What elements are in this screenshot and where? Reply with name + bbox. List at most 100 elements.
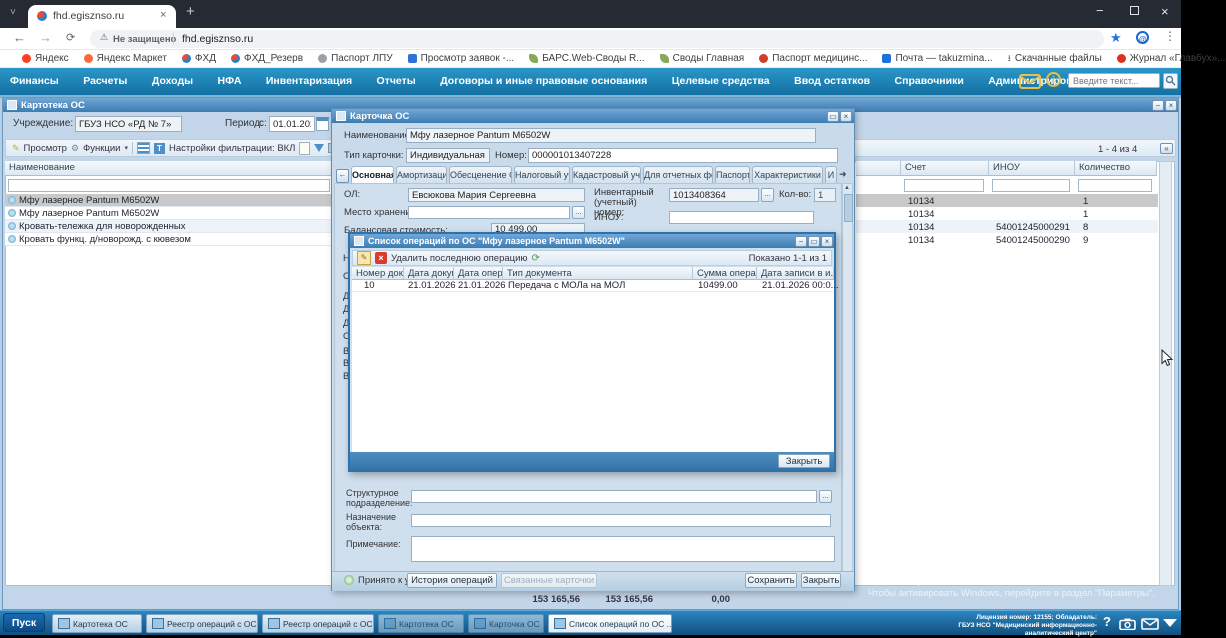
nav-item-spravochniki[interactable]: Справочники bbox=[885, 68, 974, 95]
note-field[interactable] bbox=[411, 536, 835, 562]
grid-scrollbar[interactable] bbox=[1159, 161, 1172, 586]
ops-col-number[interactable]: Номер доку... bbox=[352, 267, 404, 280]
back-icon[interactable]: ← bbox=[13, 30, 26, 45]
ops-col-docdate[interactable]: Дата докум... bbox=[404, 267, 454, 280]
mail-icon[interactable] bbox=[1018, 72, 1042, 95]
asset-row[interactable]: Мфу лазерное Pantum M6502W bbox=[5, 207, 333, 220]
card-scrollbar[interactable]: ▲ ▼ bbox=[842, 183, 853, 579]
struct-lookup-button[interactable]: … bbox=[819, 490, 832, 503]
bookmark-item[interactable]: Своды Главная bbox=[659, 53, 744, 64]
ol-field[interactable] bbox=[408, 188, 585, 202]
delete-operation-icon[interactable]: × bbox=[375, 252, 387, 264]
storage-lookup-button[interactable]: … bbox=[572, 206, 585, 219]
delete-operation-label[interactable]: Удалить последнюю операцию bbox=[391, 253, 528, 264]
doc-icon[interactable] bbox=[299, 141, 311, 155]
bookmark-item[interactable]: БАРС.Web-Своды R... bbox=[529, 53, 645, 64]
window-close-icon[interactable]: × bbox=[1161, 4, 1169, 19]
bookmark-item[interactable]: Журнал «Главбух»... bbox=[1116, 53, 1225, 64]
operation-row[interactable]: 10 21.01.2026 21.01.2026 Передача с МОЛа… bbox=[352, 280, 839, 292]
nav-item-finansy[interactable]: Финансы bbox=[0, 68, 69, 95]
tabs-scroll-right-icon[interactable]: ➜ bbox=[839, 169, 847, 180]
envelope-icon[interactable] bbox=[1141, 617, 1159, 635]
tab-inye[interactable]: И bbox=[825, 166, 837, 183]
nav-item-inventarizaciya[interactable]: Инвентаризация bbox=[256, 68, 362, 95]
tabs-scroll-left-icon[interactable]: ← bbox=[336, 169, 349, 183]
bookmark-item[interactable]: Просмотр заявок -... bbox=[407, 53, 514, 64]
name-filter-input[interactable] bbox=[8, 179, 330, 192]
period-date-field[interactable] bbox=[269, 116, 315, 132]
functions-button[interactable]: Функции bbox=[83, 143, 120, 154]
taskbar-item-spisok-operacij[interactable]: Список операций по ОС ... bbox=[548, 614, 672, 633]
inou-field[interactable] bbox=[669, 211, 814, 224]
name-column-header[interactable]: Наименование bbox=[5, 161, 333, 176]
tab-amortizaciya[interactable]: Амортизация bbox=[396, 166, 447, 183]
bookmark-item[interactable]: ФХД bbox=[181, 53, 216, 64]
filter-state-label[interactable]: Настройки фильтрации: ВКЛ bbox=[169, 143, 295, 154]
inou-column-header[interactable]: ИНОУ bbox=[989, 161, 1075, 176]
forward-icon[interactable]: → bbox=[39, 30, 52, 45]
operations-close-button[interactable]: Закрыть bbox=[778, 454, 830, 468]
card-number-field[interactable] bbox=[528, 148, 838, 163]
tab-pasport[interactable]: Паспорт bbox=[715, 166, 750, 183]
profile-icon[interactable]: @ bbox=[1136, 31, 1149, 44]
bookmark-item[interactable]: ⭳ Скачанные файлы bbox=[1008, 51, 1102, 67]
kartoteka-close-icon[interactable]: × bbox=[1165, 100, 1177, 111]
ops-col-recdate[interactable]: Дата записи в и... bbox=[757, 267, 834, 280]
bookmark-item[interactable]: Яндекс bbox=[22, 53, 69, 64]
nav-item-otchety[interactable]: Отчеты bbox=[367, 68, 426, 95]
address-bar[interactable]: ⚠ Не защищено fhd.egisznso.ru bbox=[90, 30, 1104, 48]
start-button[interactable]: Пуск bbox=[3, 613, 45, 632]
global-search-input[interactable] bbox=[1068, 73, 1160, 88]
bookmark-item[interactable]: Яндекс Маркет bbox=[83, 53, 167, 64]
info-icon[interactable]: i bbox=[1046, 72, 1061, 87]
linked-cards-button[interactable]: Связанные карточки bbox=[501, 573, 597, 588]
scroll-up-icon[interactable]: ▲ bbox=[844, 185, 850, 191]
institution-field[interactable] bbox=[75, 116, 182, 132]
tab-osnovnaya[interactable]: Основная bbox=[351, 166, 394, 183]
operations-minimize-icon[interactable]: − bbox=[795, 236, 807, 247]
tab-close-icon[interactable]: × bbox=[160, 9, 166, 21]
ops-col-sum[interactable]: Сумма операции bbox=[693, 267, 757, 280]
card-type-field[interactable] bbox=[406, 148, 490, 163]
refresh-operations-icon[interactable]: ⟳ bbox=[532, 253, 540, 264]
quantity-column-header[interactable]: Количество bbox=[1075, 161, 1157, 176]
nav-item-celevye[interactable]: Целевые средства bbox=[662, 68, 780, 95]
taskbar-item-kartochka[interactable]: Карточка ОС bbox=[468, 614, 544, 633]
bookmark-item[interactable]: Почта — takuzmina... bbox=[882, 53, 993, 64]
calendar-icon[interactable] bbox=[316, 117, 329, 131]
card-restore-icon[interactable]: ▭ bbox=[827, 111, 839, 122]
asset-row[interactable]: Кровать-тележка для новорожденных bbox=[5, 220, 333, 233]
security-warning-icon[interactable]: ⚠ bbox=[100, 32, 108, 43]
ops-col-opdate[interactable]: Дата опера... bbox=[454, 267, 503, 280]
asset-row[interactable]: Мфу лазерное Pantum M6502W bbox=[5, 194, 333, 207]
kartoteka-minimize-icon[interactable]: − bbox=[1152, 100, 1164, 111]
taskbar-item-reestr-1[interactable]: Реестр операций с ОС bbox=[146, 614, 258, 633]
tray-triangle-icon[interactable] bbox=[1163, 619, 1177, 627]
tab-harakteristiki[interactable]: Характеристики bbox=[752, 166, 823, 183]
card-close-button[interactable]: Закрыть bbox=[801, 573, 841, 588]
qty-field[interactable] bbox=[814, 188, 836, 202]
inou-filter-input[interactable] bbox=[992, 179, 1070, 192]
inv-lookup-button[interactable]: … bbox=[761, 188, 774, 202]
operations-titlebar[interactable]: Список операций по ОС "Мфу лазерное Pant… bbox=[350, 234, 834, 248]
nav-item-dohody[interactable]: Доходы bbox=[142, 68, 203, 95]
funnel-icon[interactable] bbox=[314, 144, 325, 152]
window-minimize-icon[interactable]: − bbox=[1096, 3, 1104, 18]
card-titlebar[interactable]: Карточка ОС bbox=[332, 109, 854, 123]
history-operations-button[interactable]: История операций bbox=[407, 573, 497, 588]
taskbar-item-kartoteka-1[interactable]: Картотека ОС bbox=[52, 614, 142, 633]
help-icon[interactable]: ? bbox=[1103, 614, 1111, 629]
window-restore-icon[interactable] bbox=[1130, 6, 1139, 15]
account-column-header[interactable]: Счет bbox=[901, 161, 989, 176]
ops-col-doctype[interactable]: Тип документа bbox=[503, 267, 693, 280]
tab-nalogovyj[interactable]: Налоговый учет bbox=[514, 166, 570, 183]
bookmark-star-icon[interactable]: ★ bbox=[1110, 30, 1122, 46]
operations-restore-icon[interactable]: ▭ bbox=[808, 236, 820, 247]
operations-close-icon[interactable]: × bbox=[821, 236, 833, 247]
struct-field[interactable] bbox=[411, 490, 817, 503]
bookmark-item[interactable]: Паспорт ЛПУ bbox=[318, 53, 393, 64]
edit-pencil-icon[interactable]: ✎ bbox=[357, 251, 371, 265]
camera-icon[interactable] bbox=[1119, 617, 1136, 635]
card-name-field[interactable] bbox=[406, 128, 816, 143]
url-text[interactable]: fhd.egisznso.ru bbox=[182, 33, 253, 45]
